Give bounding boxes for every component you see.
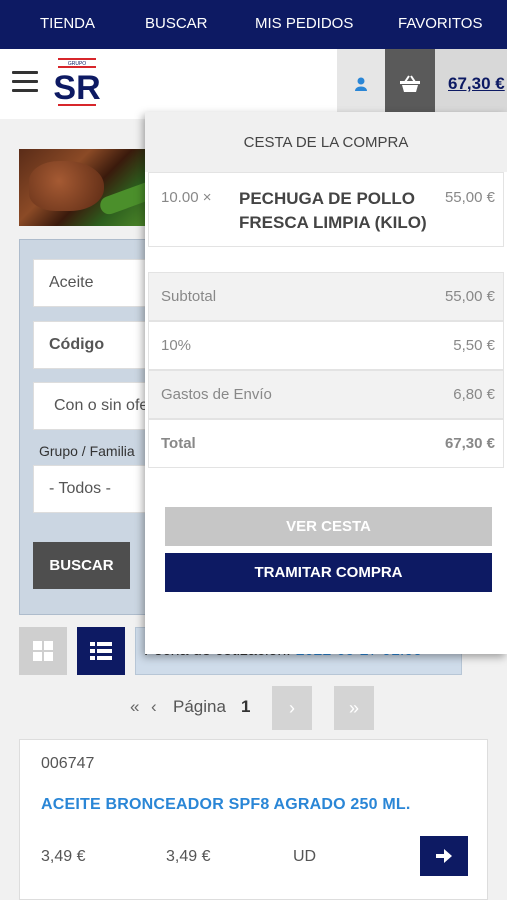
product-unit: UD — [293, 848, 317, 865]
total-value: 67,30 € — [444, 435, 495, 452]
user-icon — [355, 77, 367, 91]
total-label: Total — [161, 435, 196, 452]
item-quantity: 10.00 × — [161, 189, 212, 206]
shipping-label: Gastos de Envío — [161, 386, 272, 403]
pager-next-button[interactable]: › — [272, 686, 312, 730]
product-search-input[interactable]: Aceite — [33, 259, 153, 307]
nav-buscar[interactable]: BUSCAR — [145, 15, 208, 32]
group-family-label: Grupo / Familia — [39, 443, 135, 459]
grupo-sr-logo[interactable]: GRUPO SR — [53, 55, 101, 109]
grid-icon — [33, 641, 53, 661]
pager-first[interactable]: « — [130, 697, 139, 717]
product-price: 3,49 € — [41, 848, 86, 865]
tax-label: 10% — [161, 337, 192, 354]
product-price-offer: 3,49 € — [166, 848, 211, 865]
pager-last-button[interactable]: » — [334, 686, 374, 730]
mini-cart-item: 10.00 × PECHUGA DE POLLO FRESCA LIMPIA (… — [148, 172, 504, 247]
top-nav: TIENDA BUSCAR MIS PEDIDOS FAVORITOS — [0, 0, 507, 49]
logo-letters: SR — [54, 69, 100, 107]
offer-select[interactable]: Con o sin oferta — [33, 382, 153, 430]
subtotal-label: Subtotal — [161, 288, 217, 305]
pager-current-page: 1 — [241, 697, 251, 716]
checkout-button[interactable]: TRAMITAR COMPRA — [165, 553, 492, 592]
nav-favoritos[interactable]: FAVORITOS — [398, 15, 482, 32]
hamburger-menu-icon[interactable] — [12, 71, 38, 93]
subtotal-value: 55,00 € — [444, 288, 495, 305]
total-row: Total 67,30 € — [148, 419, 504, 468]
code-input[interactable]: Código — [33, 321, 153, 369]
list-icon — [90, 642, 112, 660]
item-name: PECHUGA DE POLLO FRESCA LIMPIA (KILO) — [239, 189, 427, 232]
product-code: 006747 — [41, 755, 95, 772]
arrow-right-icon — [436, 849, 452, 863]
cart-button[interactable] — [385, 49, 435, 119]
list-view-button[interactable] — [77, 627, 125, 675]
user-account-button[interactable] — [337, 49, 385, 119]
nav-tienda[interactable]: TIENDA — [40, 15, 95, 32]
grid-view-button[interactable] — [19, 627, 67, 675]
item-price: 55,00 € — [444, 189, 495, 206]
shipping-row: Gastos de Envío 6,80 € — [148, 370, 504, 419]
category-banner-image — [19, 149, 149, 226]
product-name-link[interactable]: ACEITE BRONCEADOR SPF8 AGRADO 250 ML. — [41, 796, 411, 814]
product-detail-button[interactable] — [420, 836, 468, 876]
subtotal-row: Subtotal 55,00 € — [148, 272, 504, 321]
tax-value: 5,50 € — [453, 337, 495, 354]
nav-mis-pedidos[interactable]: MIS PEDIDOS — [255, 15, 353, 32]
pager-prev[interactable]: ‹ — [151, 697, 157, 717]
cart-total-link[interactable]: 67,30 € — [435, 49, 507, 119]
product-card: 006747 ACEITE BRONCEADOR SPF8 AGRADO 250… — [19, 739, 488, 900]
basket-icon — [400, 75, 420, 92]
search-button[interactable]: BUSCAR — [33, 542, 130, 589]
shipping-value: 6,80 € — [453, 386, 495, 403]
tax-row: 10% 5,50 € — [148, 321, 504, 370]
group-family-select[interactable]: - Todos - — [33, 465, 153, 513]
view-cart-button[interactable]: VER CESTA — [165, 507, 492, 546]
mini-cart-title: CESTA DE LA COMPRA — [145, 112, 507, 172]
mini-cart-dropdown: CESTA DE LA COMPRA 10.00 × PECHUGA DE PO… — [145, 112, 507, 654]
pager-label: Página — [173, 697, 226, 716]
